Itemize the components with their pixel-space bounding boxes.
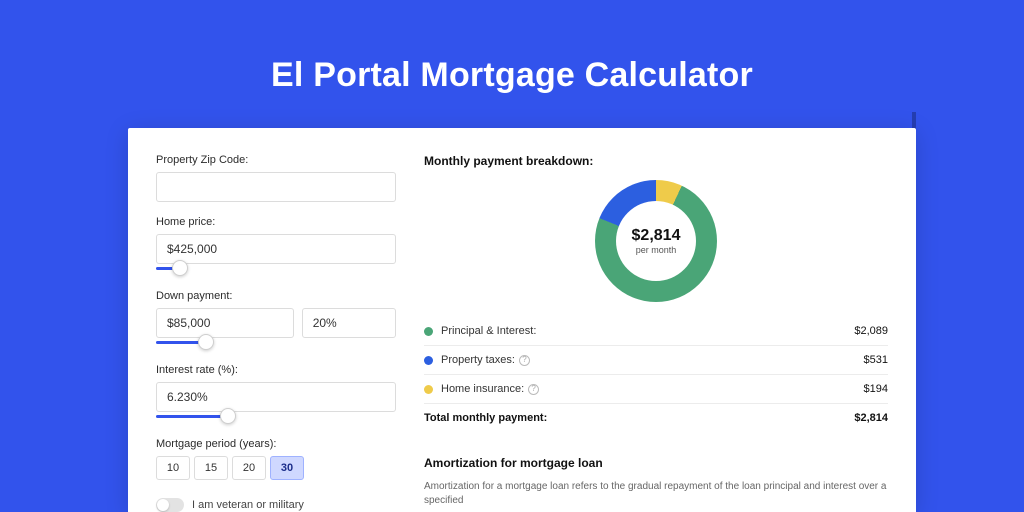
donut-wrap: $2,814 per month [424,180,888,302]
hero: El Portal Mortgage Calculator [0,0,1024,95]
period-section: Mortgage period (years): 10 15 20 30 [156,438,396,480]
down-payment-label: Down payment: [156,290,396,302]
breakdown-column: Monthly payment breakdown: $2,814 per mo… [424,154,888,512]
period-option-20[interactable]: 20 [232,456,266,480]
toggle-knob [157,499,169,511]
down-payment-section: Down payment: [156,290,396,350]
info-icon[interactable]: ? [519,355,530,366]
donut-center: $2,814 per month [616,201,696,281]
total-value: $2,814 [854,412,888,424]
amortization-text: Amortization for a mortgage loan refers … [424,480,888,508]
legend-row-taxes: Property taxes: ? $531 [424,346,888,375]
legend-name-principal: Principal & Interest: [441,325,854,337]
period-label: Mortgage period (years): [156,438,396,450]
donut-sub: per month [636,245,677,255]
veteran-toggle[interactable] [156,498,184,512]
interest-rate-label: Interest rate (%): [156,364,396,376]
legend-row-principal: Principal & Interest: $2,089 [424,317,888,346]
donut-chart: $2,814 per month [595,180,717,302]
page-title: El Portal Mortgage Calculator [0,56,1024,95]
total-label: Total monthly payment: [424,412,854,424]
home-price-input[interactable] [156,234,396,264]
form-column: Property Zip Code: Home price: Down paym… [156,154,396,512]
period-segmented: 10 15 20 30 [156,456,396,480]
period-option-10[interactable]: 10 [156,456,190,480]
zip-label: Property Zip Code: [156,154,396,166]
dot-insurance [424,385,433,394]
period-option-15[interactable]: 15 [194,456,228,480]
legend-val-insurance: $194 [864,383,888,395]
down-payment-amount-input[interactable] [156,308,294,338]
home-price-section: Home price: [156,216,396,276]
home-price-slider[interactable] [156,262,396,276]
veteran-row: I am veteran or military [156,498,396,512]
down-payment-slider[interactable] [156,336,312,350]
legend-name-taxes: Property taxes: ? [441,354,864,366]
interest-rate-slider[interactable] [156,410,396,424]
zip-section: Property Zip Code: [156,154,396,202]
legend-row-total: Total monthly payment: $2,814 [424,404,888,432]
calculator-card: Property Zip Code: Home price: Down paym… [128,128,916,512]
donut-amount: $2,814 [632,227,681,245]
interest-rate-section: Interest rate (%): [156,364,396,424]
legend-val-principal: $2,089 [854,325,888,337]
period-option-30[interactable]: 30 [270,456,304,480]
amortization-title: Amortization for mortgage loan [424,456,888,470]
interest-rate-input[interactable] [156,382,396,412]
veteran-label: I am veteran or military [192,499,304,511]
zip-input[interactable] [156,172,396,202]
legend-row-insurance: Home insurance: ? $194 [424,375,888,404]
home-price-label: Home price: [156,216,396,228]
legend: Principal & Interest: $2,089 Property ta… [424,316,888,432]
dot-principal [424,327,433,336]
info-icon[interactable]: ? [528,384,539,395]
breakdown-title: Monthly payment breakdown: [424,154,888,168]
down-payment-percent-input[interactable] [302,308,396,338]
legend-val-taxes: $531 [864,354,888,366]
dot-taxes [424,356,433,365]
legend-name-insurance: Home insurance: ? [441,383,864,395]
